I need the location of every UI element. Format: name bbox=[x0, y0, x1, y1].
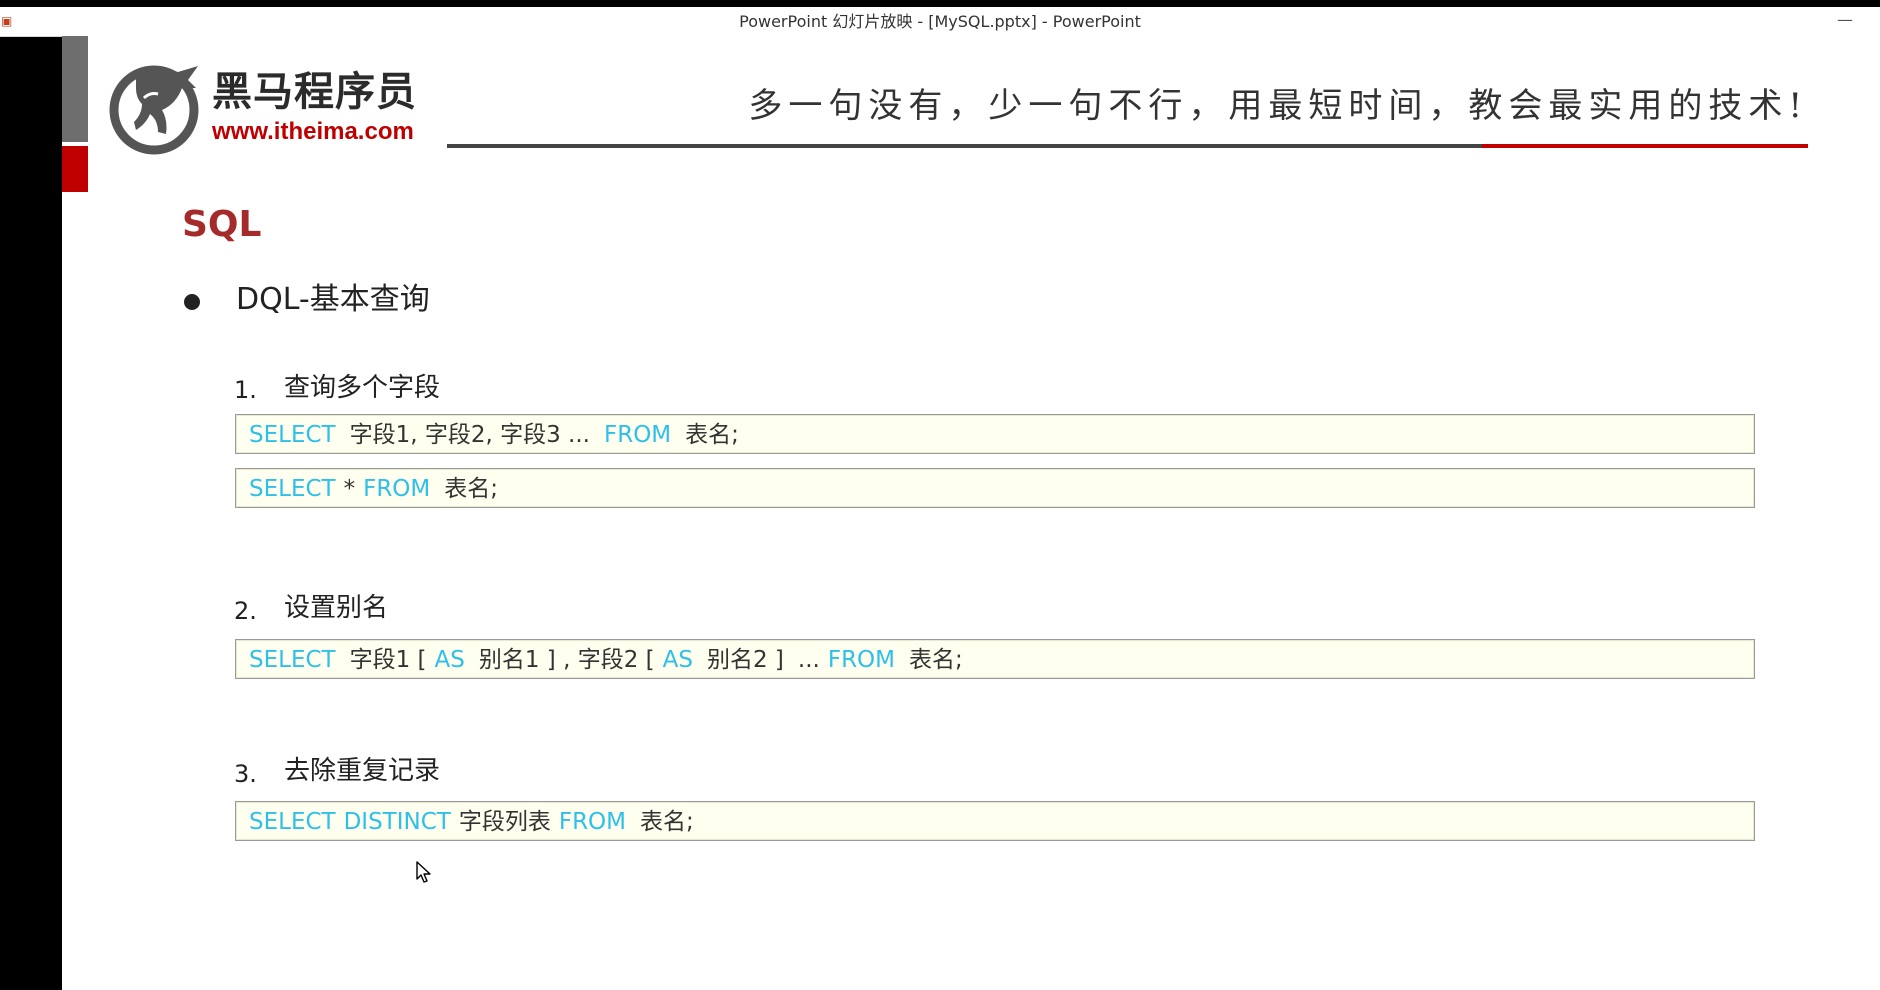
code-text: ... bbox=[797, 647, 820, 673]
code-text: * bbox=[343, 476, 356, 502]
code-text: 表名; bbox=[685, 422, 739, 448]
code-keyword: FROM bbox=[363, 476, 431, 502]
slide-side-bar-gray bbox=[62, 36, 88, 142]
code-keyword: FROM bbox=[603, 422, 672, 448]
window-title: PowerPoint 幻灯片放映 - [MySQL.pptx] - PowerP… bbox=[739, 12, 1141, 31]
screen-top-strip bbox=[0, 0, 1880, 7]
code-box: SELECT 字段1 [ AS 别名1 ] , 字段2 [ AS 别名2 ]... FROM… bbox=[235, 639, 1755, 679]
code-box: SELECT DISTINCT 字段列表 FROM 表名; bbox=[235, 801, 1755, 841]
section-title: DQL-基本查询 bbox=[236, 282, 430, 317]
item-number: 1. bbox=[234, 376, 257, 404]
slide-side-bar-red bbox=[62, 146, 88, 192]
code-box: SELECT * FROM 表名; bbox=[235, 468, 1755, 508]
code-text: 别名1 ] , 字段2 [ bbox=[478, 647, 655, 673]
itheima-logo: 黑马程序员 www.itheima.com bbox=[106, 58, 436, 158]
slide-canvas[interactable]: 黑马程序员 www.itheima.com 多一句没有，少一句不行，用最短时间，… bbox=[62, 36, 1880, 990]
mouse-cursor-icon bbox=[416, 861, 431, 883]
item-title: 去除重复记录 bbox=[284, 756, 441, 786]
header-rule-dark bbox=[447, 144, 1482, 148]
code-text: 字段列表 bbox=[458, 809, 551, 835]
brand-url: www.itheima.com bbox=[212, 118, 414, 145]
code-keyword: FROM bbox=[558, 809, 627, 835]
item-number: 2. bbox=[234, 597, 257, 625]
item-title: 查询多个字段 bbox=[284, 373, 441, 403]
code-text: 表名; bbox=[444, 476, 499, 502]
slogan-text: 多一句没有，少一句不行，用最短时间，教会最实用的技术! bbox=[748, 86, 1808, 126]
bullet-dot bbox=[184, 294, 200, 310]
code-keyword: SELECT bbox=[249, 809, 336, 835]
brand-name: 黑马程序员 bbox=[212, 69, 417, 115]
code-keyword: DISTINCT bbox=[343, 809, 451, 835]
code-keyword: SELECT bbox=[249, 647, 336, 673]
code-text: 字段1 [ bbox=[349, 647, 427, 673]
code-text: 字段1, 字段2, 字段3 ... bbox=[349, 422, 590, 448]
code-keyword: AS bbox=[434, 647, 465, 673]
item-number: 3. bbox=[234, 760, 257, 788]
window-titlebar: ▣ PowerPoint 幻灯片放映 - [MySQL.pptx] - Powe… bbox=[0, 7, 1880, 37]
horse-logo-icon bbox=[109, 65, 199, 155]
minimize-button[interactable]: — bbox=[1830, 7, 1860, 36]
code-text: 表名; bbox=[909, 647, 963, 673]
code-keyword: FROM bbox=[827, 647, 896, 673]
code-keyword: SELECT bbox=[249, 476, 336, 502]
code-box: SELECT 字段1, 字段2, 字段3 ... FROM 表名; bbox=[235, 414, 1755, 454]
code-text: 别名2 ] bbox=[706, 647, 784, 673]
code-text: 表名; bbox=[640, 809, 694, 835]
slide-heading: SQL bbox=[182, 204, 262, 245]
item-title: 设置别名 bbox=[284, 593, 389, 623]
header-rule-red bbox=[1482, 144, 1808, 148]
code-keyword: SELECT bbox=[249, 422, 336, 448]
code-keyword: AS bbox=[662, 647, 693, 673]
